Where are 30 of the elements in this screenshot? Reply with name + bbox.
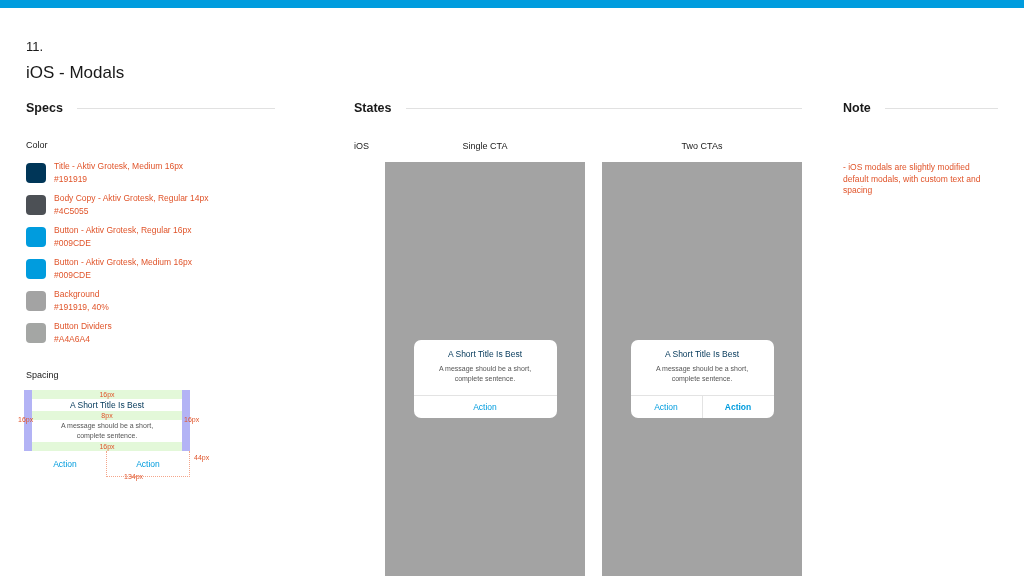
swatch-value: #A4A6A4 [54,334,91,344]
subheading: Spacing [26,370,60,380]
column-label: Two CTAs [680,141,724,151]
action-button[interactable]: Action [630,396,702,418]
swatch-name: Button - Aktiv Grotesk, Regular 16px [54,225,192,235]
swatch-value: #191919 [54,174,89,184]
swatch-name: Button - Aktiv Grotesk, Medium 16px [54,257,192,267]
note-text: - iOS modals are slightly modified default modals, with custom text and spacing [843,162,982,197]
swatch-name: Title - Aktiv Grotesk, Medium 16px [54,161,184,171]
platform-label: iOS [354,141,370,151]
swatch-value: #4C5055 [54,206,90,216]
swatch-value: #191919, 40% [54,302,109,312]
swatch-name: Background [54,289,101,299]
subheading: Color [26,140,49,150]
section-heading: Note [843,101,871,115]
action-button[interactable]: Action [701,396,774,418]
section-number: 11. [26,39,45,54]
swatch-value: #009CDE [54,238,92,248]
swatch-name: Body Copy - Aktiv Grotesk, Regular 14px [54,193,209,203]
modal-title: A Short Title Is Best [69,399,145,411]
modal-title: A Short Title Is Best [447,349,523,359]
page-title: iOS - Modals [26,63,126,83]
swatch-name: Button Dividers [54,321,112,331]
modal-title: A Short Title Is Best [664,349,740,359]
action-label: Action [52,457,78,471]
section-heading: States [354,101,392,115]
swatch-value: #009CDE [54,270,92,280]
column-label: Single CTA [461,141,509,151]
section-heading: Specs [26,101,63,115]
action-button[interactable]: Action [413,396,557,418]
